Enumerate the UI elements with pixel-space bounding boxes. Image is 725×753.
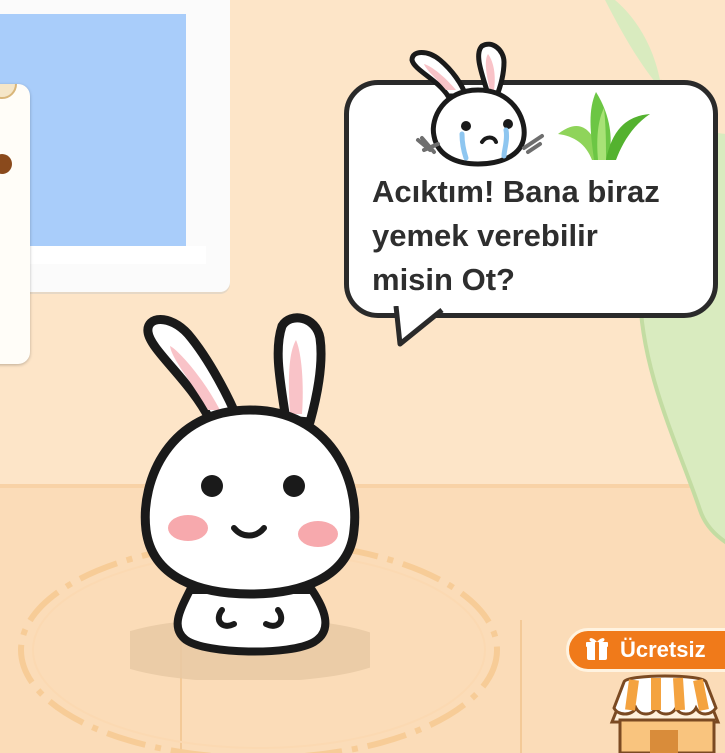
window-ledge xyxy=(0,246,206,264)
game-scene: Acıktım! Bana biraz yemek verebilir misi… xyxy=(0,0,725,753)
sad-bunny-with-fork-icon xyxy=(409,41,544,167)
speech-bubble-tail xyxy=(393,306,444,347)
bunny-character[interactable] xyxy=(130,310,370,680)
grass-icon xyxy=(558,92,650,160)
free-gift-label: Ücretsiz xyxy=(620,637,706,662)
shop-icon[interactable] xyxy=(600,672,725,753)
speech-bubble-text: Acıktım! Bana biraz yemek verebilir misi… xyxy=(372,174,660,297)
gift-icon xyxy=(586,638,608,660)
side-menu-panel[interactable] xyxy=(0,84,30,364)
side-panel-item-icon xyxy=(0,84,17,174)
floor-plank xyxy=(520,620,522,753)
